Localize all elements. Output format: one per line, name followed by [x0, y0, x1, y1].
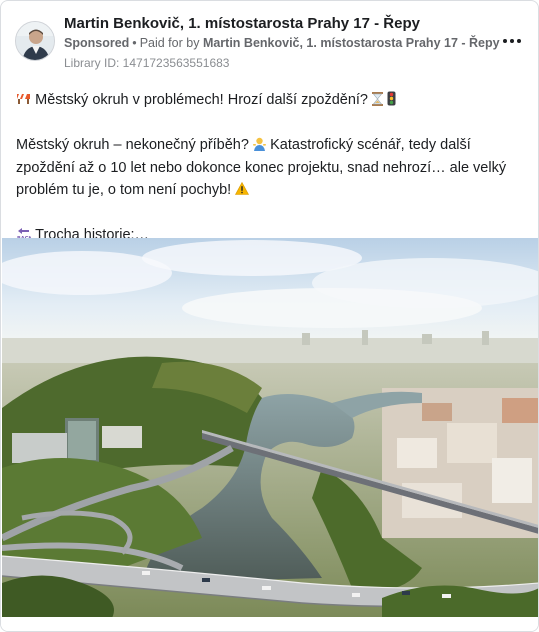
sponsored-label: Sponsored [64, 36, 130, 50]
more-horizontal-icon-dot [517, 39, 521, 43]
payer-name[interactable]: Martin Benkovič, 1. místostarosta Prahy … [203, 36, 500, 50]
post-line-headline: Městský okruh v problémech! Hrozí další … [16, 89, 523, 112]
paragraph-text-a: Městský okruh – nekonečný příběh? [16, 137, 249, 153]
author-avatar[interactable] [15, 21, 55, 61]
post-line-paragraph: Městský okruh – nekonečný příběh? Katast… [16, 134, 523, 202]
library-id: Library ID: 1471723563551683 [64, 56, 230, 70]
warning-icon [235, 181, 250, 198]
paid-for-prefix: Paid for by [139, 36, 200, 50]
traffic-light-icon [387, 91, 396, 108]
hourglass-icon [372, 92, 387, 108]
more-horizontal-icon-dot [510, 39, 514, 43]
card-bottom-edge [1, 617, 538, 631]
post-image[interactable] [2, 238, 538, 618]
post-header: Martin Benkovič, 1. místostarosta Prahy … [13, 11, 526, 71]
construction-barrier-icon [16, 93, 35, 108]
more-horizontal-icon [503, 39, 507, 43]
more-options-button[interactable] [498, 31, 526, 51]
sponsored-line: Sponsored • Paid for by Martin Benkovič, 1… [64, 36, 500, 50]
separator-dot: • [132, 36, 137, 50]
ad-post-card: Martin Benkovič, 1. místostarosta Prahy … [0, 0, 539, 632]
headline-text: Městský okruh v problémech! Hrozí další … [35, 92, 368, 108]
person-shrugging-icon [252, 137, 270, 153]
author-name[interactable]: Martin Benkovič, 1. místostarosta Prahy … [64, 15, 420, 32]
